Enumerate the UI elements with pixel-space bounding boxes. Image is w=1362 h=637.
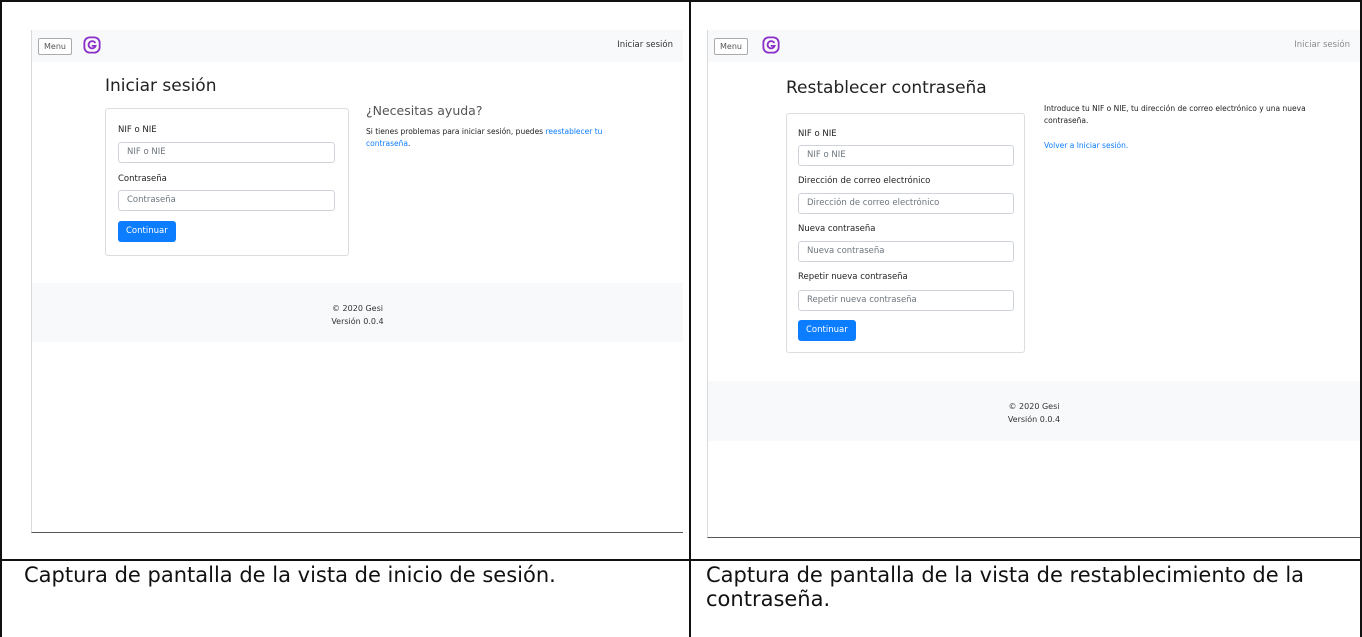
footer: © 2020 Gesi Versión 0.0.4 (708, 381, 1360, 441)
password-input[interactable]: Contraseña (118, 190, 335, 211)
nav-login-link[interactable]: Iniciar sesión (1294, 40, 1350, 50)
left-caption: Captura de pantalla de la vista de inici… (24, 563, 556, 587)
gesi-logo-icon[interactable] (83, 36, 101, 54)
navbar: Menu Iniciar sesión (32, 30, 683, 62)
password-label: Contraseña (118, 174, 167, 184)
help-title: ¿Necesitas ayuda? (366, 103, 483, 118)
footer-version: Versión 0.0.4 (1007, 415, 1061, 424)
id-label: NIF o NIE (798, 129, 837, 139)
row-divider (0, 559, 1362, 561)
id-input[interactable]: NIF o NIE (798, 145, 1014, 166)
continue-button[interactable]: Continuar (798, 320, 856, 341)
help-text: Introduce tu NIF o NIE, tu dirección de … (1044, 104, 1306, 125)
id-label: NIF o NIE (118, 125, 157, 135)
page-title: Iniciar sesión (105, 76, 217, 96)
new-password-label: Nueva contraseña (798, 224, 876, 234)
help-text: Si tienes problemas para iniciar sesión,… (366, 127, 603, 148)
email-input[interactable]: Dirección de correo electrónico (798, 193, 1014, 214)
footer-copyright: © 2020 Gesi (332, 304, 383, 313)
login-screenshot-cell: Menu Iniciar sesión Iniciar sesión NIF o… (2, 2, 689, 559)
login-form-card: NIF o NIE NIF o NIE Contraseña Contraseñ… (105, 108, 349, 256)
nav-login-link[interactable]: Iniciar sesión (617, 40, 673, 50)
gesi-logo-icon[interactable] (762, 36, 780, 54)
id-input[interactable]: NIF o NIE (118, 142, 335, 163)
page-title: Restablecer contraseña (786, 78, 987, 98)
email-label: Dirección de correo electrónico (798, 176, 931, 186)
reset-screenshot: Menu Iniciar sesión Restablecer contrase… (707, 30, 1360, 538)
back-to-login-link[interactable]: Volver a Iniciar sesión. (1044, 140, 1128, 152)
repeat-password-label: Repetir nueva contraseña (798, 272, 908, 282)
repeat-password-input[interactable]: Repetir nueva contraseña (798, 290, 1014, 311)
footer-version: Versión 0.0.4 (331, 317, 384, 326)
reset-form-card: NIF o NIE NIF o NIE Dirección de correo … (786, 113, 1025, 353)
continue-button[interactable]: Continuar (118, 221, 176, 242)
footer: © 2020 Gesi Versión 0.0.4 (32, 283, 683, 342)
login-screenshot: Menu Iniciar sesión Iniciar sesión NIF o… (31, 30, 683, 533)
new-password-input[interactable]: Nueva contraseña (798, 241, 1014, 262)
menu-button[interactable]: Menu (714, 38, 748, 55)
navbar: Menu Iniciar sesión (708, 30, 1360, 62)
right-caption: Captura de pantalla de la vista de resta… (706, 563, 1305, 611)
footer-copyright: © 2020 Gesi (1008, 402, 1060, 411)
reset-screenshot-cell: Menu Iniciar sesión Restablecer contrase… (691, 2, 1360, 559)
menu-button[interactable]: Menu (38, 38, 72, 55)
